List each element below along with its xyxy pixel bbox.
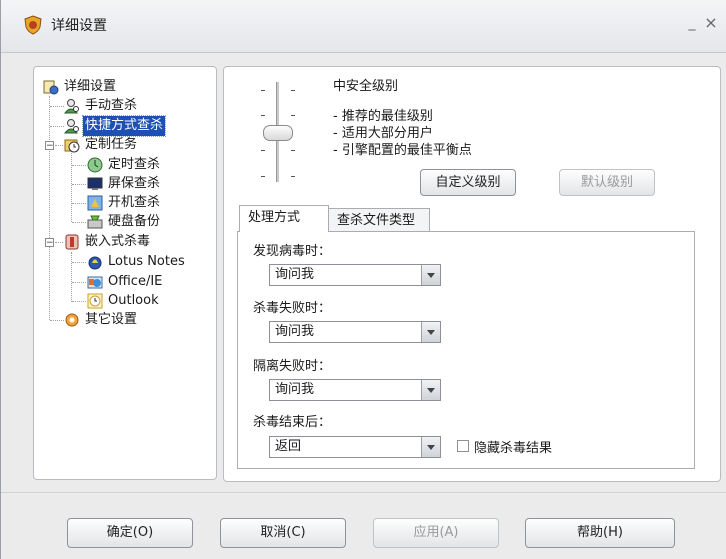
- collapse-toggle[interactable]: −: [45, 238, 54, 248]
- select-value: 返回: [275, 439, 302, 454]
- tree-item-label: 开机查杀: [108, 195, 161, 210]
- tree-line: [72, 203, 86, 204]
- slider-tick: [291, 115, 295, 116]
- tree-line: [71, 252, 72, 302]
- tab-file-types[interactable]: 查杀文件类型: [328, 208, 430, 232]
- virus-found-select[interactable]: 询问我: [269, 264, 441, 286]
- tree-line: [55, 145, 63, 146]
- startup-icon: [87, 195, 103, 211]
- detail-line: - 引擎配置的最佳平衡点: [333, 143, 472, 158]
- clock-folder-icon: [64, 139, 80, 153]
- tree-item-label: 快捷方式查杀: [81, 115, 167, 137]
- tree-item-label: Lotus Notes: [108, 254, 185, 269]
- security-level-slider[interactable]: [263, 125, 293, 141]
- title-bar: 详细设置 _ ×: [1, 0, 726, 53]
- tree-line: [49, 96, 50, 320]
- tab-handling[interactable]: 处理方式: [239, 205, 329, 232]
- tree-line: [72, 301, 86, 302]
- tree-line: [72, 282, 86, 283]
- hide-results-checkbox[interactable]: [457, 440, 469, 452]
- tree-item-label: 硬盘备份: [108, 214, 161, 229]
- tree-line: [50, 126, 64, 127]
- settings-window: 详细设置 _ × 详细设置 手动查杀 快捷方式查杀 − 定制任务 定时查杀 屏保…: [0, 0, 726, 559]
- embedded-shield-icon: [65, 234, 79, 250]
- field-label-virus-found: 发现病毒时：: [253, 244, 332, 259]
- monitor-icon: [87, 177, 103, 190]
- tree-item-label: 其它设置: [85, 312, 138, 327]
- timer-icon: [87, 157, 103, 173]
- disk-backup-icon: [87, 215, 103, 229]
- slider-tick: [291, 150, 295, 151]
- quarantine-failed-select[interactable]: 询问我: [269, 379, 441, 401]
- gear-icon: [65, 313, 79, 327]
- tree-item-label: Outlook: [108, 293, 159, 308]
- tree-item-label: 定制任务: [85, 137, 138, 152]
- tree-line: [50, 106, 64, 107]
- tree-line: [72, 222, 86, 223]
- chevron-down-icon[interactable]: [421, 437, 440, 457]
- close-button[interactable]: ×: [703, 14, 719, 32]
- security-level-title: 中安全级别: [333, 79, 399, 94]
- tree-item-label: Office/IE: [108, 274, 163, 289]
- field-label-quarantine-failed: 隔离失败时：: [253, 359, 332, 374]
- chevron-down-icon[interactable]: [421, 380, 440, 400]
- select-value: 询问我: [275, 382, 315, 397]
- field-label-clean-failed: 杀毒失败时：: [253, 301, 332, 316]
- footer-divider: [1, 492, 726, 493]
- user-scan-icon: [64, 99, 79, 114]
- tree-line: [72, 165, 86, 166]
- slider-tick: [291, 176, 295, 177]
- tree-line: [71, 150, 72, 222]
- apply-button[interactable]: 应用(A): [373, 518, 499, 548]
- default-level-button[interactable]: 默认级别: [559, 169, 655, 196]
- tree-item-label: 屏保查杀: [108, 176, 161, 191]
- hide-results-label: 隐藏杀毒结果: [474, 441, 553, 456]
- slider-tick: [261, 176, 265, 177]
- minimize-button[interactable]: _: [685, 14, 699, 32]
- chevron-down-icon[interactable]: [421, 265, 440, 285]
- clean-failed-select[interactable]: 询问我: [269, 321, 441, 343]
- cancel-button[interactable]: 取消(C): [220, 518, 346, 548]
- office-ie-icon: [87, 276, 103, 289]
- tree-root-label: 详细设置: [64, 79, 117, 94]
- tree-line: [55, 242, 63, 243]
- custom-level-button[interactable]: 自定义级别: [420, 169, 516, 196]
- tree-line: [50, 320, 64, 321]
- outlook-clock-icon: [87, 293, 103, 309]
- slider-tick: [261, 150, 265, 151]
- tree-line: [72, 262, 86, 263]
- select-value: 询问我: [275, 267, 315, 282]
- scan-finished-select[interactable]: 返回: [269, 436, 441, 458]
- field-label-scan-finished: 杀毒结束后：: [253, 415, 332, 430]
- tree-line: [72, 184, 86, 185]
- app-shield-icon: [24, 15, 42, 35]
- chevron-down-icon[interactable]: [421, 322, 440, 342]
- slider-tick: [291, 90, 295, 91]
- lotus-notes-icon: [88, 256, 102, 270]
- select-value: 询问我: [275, 324, 315, 339]
- detail-line: - 推荐的最佳级别: [333, 109, 433, 124]
- help-button[interactable]: 帮助(H): [525, 518, 675, 548]
- settings-root-icon: [43, 80, 59, 95]
- slider-tick: [261, 115, 265, 116]
- tree-item-label: 嵌入式杀毒: [85, 234, 151, 249]
- collapse-toggle[interactable]: −: [45, 141, 54, 151]
- detail-line: - 适用大部分用户: [333, 126, 433, 141]
- window-title: 详细设置: [51, 18, 107, 34]
- tree-item-label: 定时查杀: [108, 157, 161, 172]
- slider-tick: [261, 90, 265, 91]
- tree-item-label: 手动查杀: [85, 98, 138, 113]
- user-scan-icon: [64, 119, 79, 134]
- security-level-details: - 推荐的最佳级别 - 适用大部分用户 - 引擎配置的最佳平衡点: [333, 108, 472, 159]
- ok-button[interactable]: 确定(O): [67, 518, 193, 548]
